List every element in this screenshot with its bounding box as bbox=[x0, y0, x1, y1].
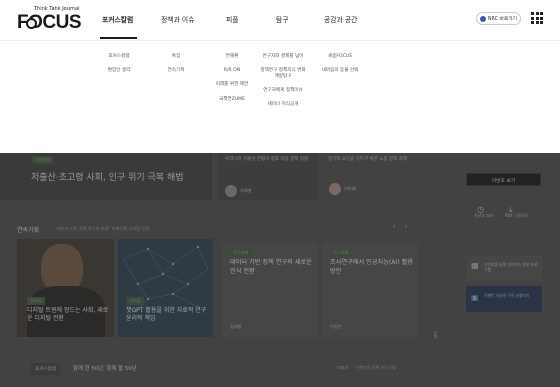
feature-card-title: 장기적 요인을 가두기 위한 노동 정책 과제 bbox=[328, 157, 407, 162]
card-title: 데이터 기반 정책 연구의 새로운 인식 전환 bbox=[230, 259, 312, 275]
feature-card-title: 우리나라 저출산 현황과 향후 대응 정책 방향 bbox=[225, 157, 309, 162]
dimmed-page-overlay: 이달칼럼 저출산·초고령 사회, 인구 위기 극복 해법 우리나라 저출산 현황… bbox=[0, 153, 560, 387]
megamenu-item[interactable]: 연재편 bbox=[226, 54, 239, 60]
gnb-people[interactable]: 피플 bbox=[226, 14, 239, 24]
megamenu-item[interactable]: 연구자에게 정책이슈 bbox=[263, 88, 303, 94]
series-card-text[interactable]: 연구과제 데이터 기반 정책 연구의 새로운 인식 전환 김대홍 bbox=[222, 243, 317, 338]
card-badge: 연구과제 bbox=[230, 249, 252, 257]
series-section-label: 연속기획 bbox=[17, 227, 40, 234]
card-badge: 연구과제 bbox=[330, 249, 352, 257]
sidebar-promo-text: 이벤트 이달의 구독 신청하기 bbox=[484, 293, 530, 298]
bottom-section-badge: 포커스칼럼 bbox=[31, 363, 61, 375]
gnb-active-indicator bbox=[100, 37, 137, 39]
promo-icon: ▣ bbox=[471, 293, 479, 302]
scroll-top-label[interactable]: TOP bbox=[433, 331, 438, 339]
nrc-icon bbox=[479, 15, 486, 22]
series-prev-arrow-icon[interactable]: ‹ bbox=[393, 223, 395, 230]
card-title: 디지털 트윈에 정드는 사회, 새로운 디지털 전환 bbox=[27, 307, 109, 323]
hero-badge: 이달칼럼 bbox=[32, 156, 54, 164]
logo-ring-icon bbox=[26, 18, 37, 29]
megamenu-item[interactable]: 연구자와 경제를 넘어 bbox=[263, 54, 304, 60]
bottom-section-title[interactable]: 함께 한 50년, 함께 할 50년 bbox=[73, 364, 137, 372]
megamenu-item[interactable]: R/R ON bbox=[224, 68, 240, 74]
gnb-empathy-space[interactable]: 공감과 공간 bbox=[324, 14, 357, 24]
megamenu-item[interactable]: 세미나 지식공개 bbox=[267, 102, 298, 108]
hero-card[interactable]: 이달칼럼 저출산·초고령 사회, 인구 위기 극복 해법 bbox=[0, 153, 212, 200]
megamenu-column-focus: 포커스칼럼 편집인 생각 bbox=[103, 54, 135, 82]
gnb-policy-issue[interactable]: 정책과 이슈 bbox=[161, 14, 194, 24]
nrc-link-button[interactable]: NRC 바로가기 bbox=[476, 12, 521, 25]
series-section-subtitle: "데이터 기반 정책 연구의 미래" 특별기획 디지털 전환 bbox=[55, 226, 150, 231]
megamenu-column-space: 세종FOCUS 내마음의 등불 선택 bbox=[318, 54, 362, 82]
megamenu-item[interactable]: 미래를 위한 제언 bbox=[216, 82, 249, 88]
megamenu-item[interactable]: 정책연구 정책지식 변화계량탐구 bbox=[260, 68, 306, 79]
card-badge: 인터뷰 bbox=[126, 297, 144, 305]
megamenu-item[interactable]: 내마음의 등불 선택 bbox=[322, 68, 359, 74]
megamenu-item[interactable]: 편집인 생각 bbox=[108, 68, 131, 74]
mega-menu-dropdown: 포커스칼럼 편집인 생각 특집 연속기획 연재편 R/R ON 미래를 위한 제… bbox=[0, 40, 560, 153]
nrc-link-label: NRC 바로가기 bbox=[487, 17, 518, 22]
series-next-arrow-icon[interactable]: › bbox=[405, 223, 407, 230]
card-author: 김대홍 bbox=[230, 324, 242, 329]
sidebar-notice-box[interactable]: ▦ 이번호를 통해 알아보는 정보 프로그램 bbox=[466, 255, 542, 281]
hero-title: 저출산·초고령 사회, 인구 위기 극복 해법 bbox=[31, 173, 184, 183]
series-card-photo[interactable]: 인터뷰 챗GPT 활용을 위한 자료적 연구윤리적 책임 bbox=[118, 239, 213, 337]
gnb-explore[interactable]: 탐구 bbox=[276, 14, 289, 24]
bottom-more-link[interactable]: 더보기 bbox=[337, 365, 349, 371]
sidebar-notice-text: 이번호를 통해 알아보는 정보 프로그램 bbox=[484, 262, 538, 273]
bottom-tag: 이번호의 정책 이슈 모음 bbox=[356, 365, 397, 370]
megamenu-column-explore: 연구자와 경제를 넘어 정책연구 정책지식 변화계량탐구 연구자에게 정책이슈 … bbox=[258, 54, 308, 117]
megamenu-item[interactable]: 세종FOCUS bbox=[328, 54, 352, 60]
gnb-focus-column[interactable]: 포커스칼럼 bbox=[102, 14, 133, 24]
all-menu-grid-icon[interactable] bbox=[531, 12, 543, 24]
megamenu-item[interactable]: 국책연ZUME bbox=[219, 97, 245, 103]
megamenu-item[interactable]: 특집 bbox=[172, 54, 180, 60]
site-header: Think Tank Journal FOCUS 포커스칼럼 정책과 이슈 피플… bbox=[0, 0, 560, 40]
pdf-download-link[interactable]: PDF 다운로드 bbox=[505, 213, 529, 219]
calendar-icon: ▦ bbox=[471, 261, 479, 270]
focus-logo[interactable]: Think Tank Journal FOCUS bbox=[17, 6, 82, 34]
portrait-image bbox=[41, 244, 83, 292]
card-title: 조사연구에서 인공지능(AI) 활용 방안 bbox=[330, 259, 414, 275]
feature-card-birthrate[interactable]: 우리나라 저출산 현황과 향후 대응 정책 방향 하혜영 bbox=[218, 153, 318, 200]
view-this-issue-button[interactable]: 이번호 보기 bbox=[466, 173, 541, 186]
author-name: 이다혜 bbox=[344, 186, 356, 191]
megamenu-item[interactable]: 연속기획 bbox=[168, 68, 185, 74]
megamenu-column-policy: 특집 연속기획 bbox=[160, 54, 192, 82]
card-badge: 인터뷰 bbox=[27, 297, 45, 305]
feature-card-labor[interactable]: 장기적 요인을 가두기 위한 노동 정책 과제 이다혜 bbox=[321, 153, 416, 200]
megamenu-column-people: 연재편 R/R ON 미래를 위한 제언 국책연ZUME bbox=[212, 54, 252, 111]
author-avatar bbox=[225, 185, 237, 197]
megamenu-item[interactable]: 포커스칼럼 bbox=[108, 54, 129, 60]
author-avatar bbox=[329, 183, 341, 195]
series-card-text[interactable]: 연구과제 조사연구에서 인공지능(AI) 활용 방안 이정민 bbox=[322, 243, 418, 338]
author-name: 하혜영 bbox=[240, 188, 252, 193]
past-issues-link[interactable]: 지난호 보기 bbox=[474, 213, 494, 219]
series-card-photo[interactable]: 인터뷰 디지털 트윈에 정드는 사회, 새로운 디지털 전환 bbox=[17, 239, 114, 337]
sidebar-promo-box[interactable]: ▣ 이벤트 이달의 구독 신청하기 bbox=[466, 286, 542, 312]
card-author: 이정민 bbox=[330, 324, 342, 329]
card-title: 챗GPT 활용을 위한 자료적 연구윤리적 책임 bbox=[126, 307, 207, 323]
